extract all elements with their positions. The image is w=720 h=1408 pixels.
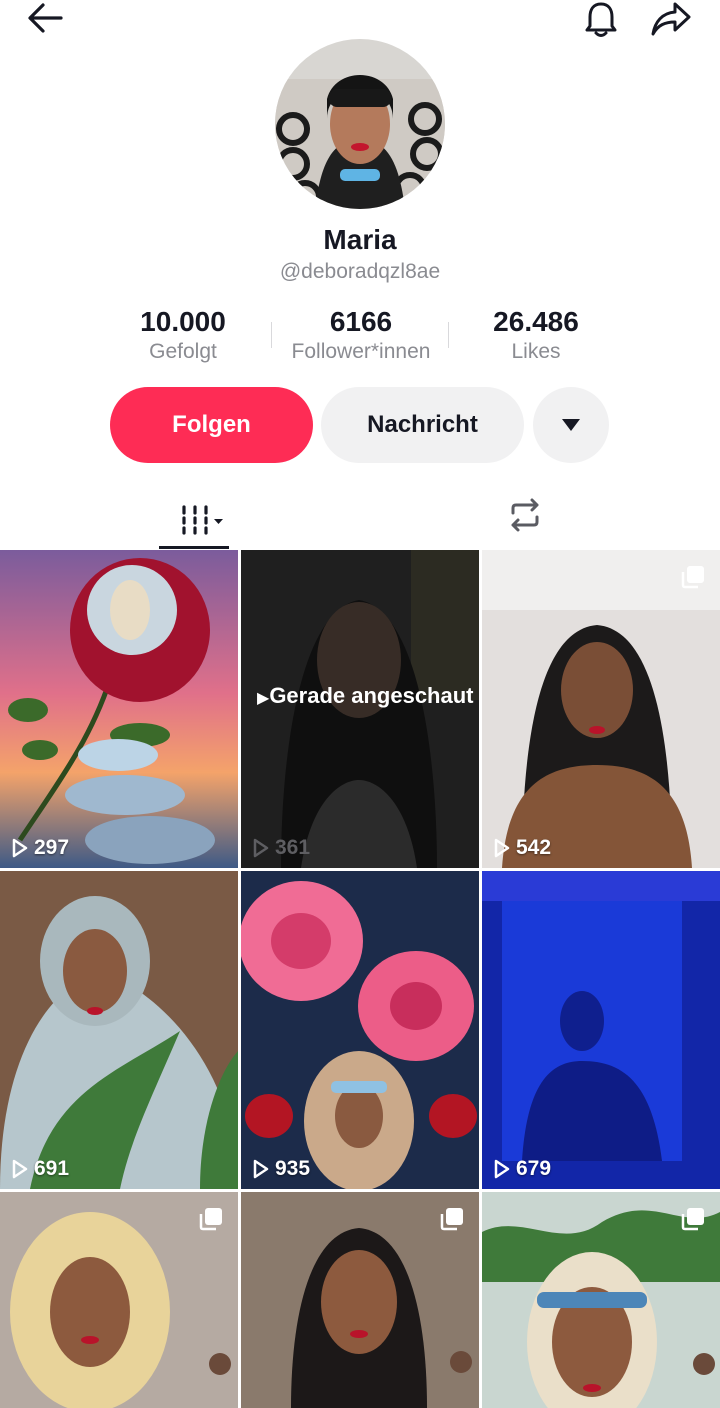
profile-avatar[interactable] <box>275 39 445 209</box>
video-tile[interactable]: 935 <box>241 871 479 1189</box>
likes-label: Likes <box>511 340 561 363</box>
view-count: 691 <box>12 1157 69 1181</box>
arrow-left-icon <box>28 3 63 33</box>
play-icon <box>494 1159 510 1179</box>
play-icon <box>253 1159 269 1179</box>
caret-down-icon <box>562 419 580 431</box>
video-tile[interactable]: 691 <box>0 871 238 1189</box>
multi-photo-icon <box>681 1208 704 1231</box>
view-count: 361 <box>253 836 310 860</box>
back-button[interactable] <box>22 0 68 36</box>
view-count: 935 <box>253 1157 310 1181</box>
profile-name: Maria <box>323 224 397 255</box>
stat-divider <box>271 322 272 348</box>
following-label: Gefolgt <box>149 340 217 363</box>
multi-photo-icon <box>199 1208 222 1231</box>
bell-icon <box>585 2 617 37</box>
video-thumbnail <box>482 871 720 1189</box>
video-thumbnail <box>482 550 720 868</box>
multi-photo-icon <box>681 566 704 589</box>
likes-stat[interactable]: 26.486 Likes <box>462 306 610 364</box>
more-options-button[interactable] <box>533 387 609 463</box>
video-thumbnail <box>0 550 238 868</box>
video-tile[interactable]: 297 <box>0 550 238 868</box>
play-icon <box>12 1159 28 1179</box>
video-tile[interactable]: 542 <box>482 550 720 868</box>
profile-stats: 10.000 Gefolgt 6166 Follower*innen 26.48… <box>0 306 720 370</box>
view-count: 679 <box>494 1157 551 1181</box>
tab-videos[interactable] <box>160 490 230 548</box>
message-button[interactable]: Nachricht <box>321 387 524 463</box>
video-tile[interactable]: ▶Gerade angeschaut 361 <box>241 550 479 868</box>
tab-reposts[interactable] <box>500 490 550 540</box>
active-tab-indicator <box>159 546 229 549</box>
video-tile[interactable] <box>482 1192 720 1408</box>
share-button[interactable] <box>646 0 696 40</box>
repost-icon <box>511 498 539 532</box>
video-thumbnail <box>0 871 238 1189</box>
play-icon <box>12 838 28 858</box>
profile-handle: @deboradqzl8ae <box>279 260 441 283</box>
video-thumbnail <box>241 871 479 1189</box>
video-tile[interactable] <box>241 1192 479 1408</box>
stat-divider <box>448 322 449 348</box>
profile-tabs <box>0 490 720 550</box>
top-bar <box>0 0 720 40</box>
follow-button[interactable]: Folgen <box>110 387 313 463</box>
multi-photo-icon <box>440 1208 463 1231</box>
video-tile[interactable] <box>0 1192 238 1408</box>
play-icon <box>253 838 269 858</box>
following-count: 10.000 <box>140 306 226 337</box>
view-count: 297 <box>12 836 69 860</box>
video-tile[interactable]: 679 <box>482 871 720 1189</box>
recently-watched-label: ▶Gerade angeschaut <box>257 683 474 708</box>
followers-count: 6166 <box>329 306 393 337</box>
following-stat[interactable]: 10.000 Gefolgt <box>108 306 258 364</box>
likes-count: 26.486 <box>493 306 579 337</box>
grid-icon <box>182 505 223 535</box>
play-icon <box>494 838 510 858</box>
share-icon <box>651 2 691 36</box>
notification-bell-button[interactable] <box>578 0 624 40</box>
followers-stat[interactable]: 6166 Follower*innen <box>276 306 446 364</box>
video-grid: 297 ▶Gerade angeschaut 361 542 691 935 6… <box>0 550 720 1408</box>
followers-label: Follower*innen <box>291 340 431 363</box>
view-count: 542 <box>494 836 551 860</box>
